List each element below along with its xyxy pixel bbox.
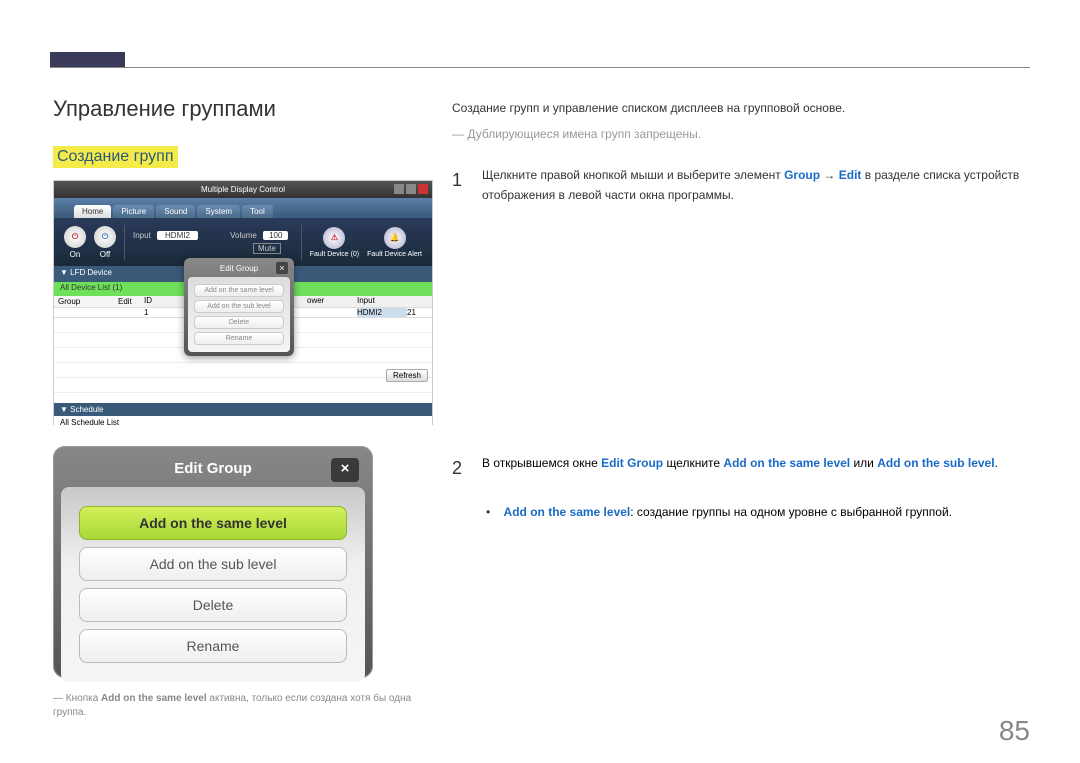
app-screenshot-1: Multiple Display Control Home Picture So… <box>53 180 433 425</box>
volume-value[interactable]: 100 <box>263 231 288 240</box>
fault-alert-icon[interactable]: 🔔 <box>384 227 406 249</box>
add-same-level-button[interactable]: Add on the same level <box>79 506 347 540</box>
page-number: 85 <box>999 715 1030 747</box>
right-column: Создание групп и управление списком дисп… <box>452 98 1027 206</box>
power-on-icon[interactable]: ⏻ <box>64 226 86 248</box>
fault-device-label: Fault Device (0) <box>310 251 359 258</box>
close-icon[interactable]: × <box>276 262 288 274</box>
header-tab-marker <box>50 52 125 67</box>
bullet-item: Add on the same level: создание группы н… <box>452 502 1027 522</box>
tab-sound[interactable]: Sound <box>156 205 195 218</box>
intro-text: Создание групп и управление списком дисп… <box>452 98 1027 118</box>
step-1: 1 Щелкните правой кнопкой мыши и выберит… <box>452 165 1027 206</box>
off-label: Off <box>100 250 111 259</box>
refresh-button[interactable]: Refresh <box>386 369 428 382</box>
row-input: HDMI2 <box>357 308 407 317</box>
col-group: Group <box>54 296 114 307</box>
input-label: Input <box>133 231 151 240</box>
rename-button[interactable]: Rename <box>79 629 347 663</box>
col-power: ower <box>307 296 357 307</box>
edit-group-dialog-large: Edit Group × Add on the same level Add o… <box>53 446 373 678</box>
delete-button[interactable]: Delete <box>79 588 347 622</box>
rename-button[interactable]: Rename <box>194 332 284 345</box>
close-icon[interactable] <box>418 184 428 194</box>
tab-home[interactable]: Home <box>74 205 111 218</box>
edit-dialog-title: Edit Group × <box>188 262 290 277</box>
section-title: Управление группами <box>53 96 276 122</box>
edit-group-dialog-small: Edit Group × Add on the same level Add o… <box>184 258 294 356</box>
window-controls[interactable] <box>394 184 428 194</box>
row-val: 21 <box>407 308 432 317</box>
col-input: Input <box>357 296 407 307</box>
add-sub-level-button[interactable]: Add on the sub level <box>194 300 284 313</box>
app-titlebar: Multiple Display Control <box>54 181 432 198</box>
volume-label: Volume <box>230 231 257 240</box>
add-same-level-button[interactable]: Add on the same level <box>194 284 284 297</box>
tab-picture[interactable]: Picture <box>113 205 154 218</box>
add-sub-level-button[interactable]: Add on the sub level <box>79 547 347 581</box>
fault-device-icon[interactable]: ⚠ <box>323 227 345 249</box>
col-edit[interactable]: Edit <box>114 296 144 307</box>
footnote: ― Кнопка Add on the same level активна, … <box>53 692 413 720</box>
note-text: ― Дублирующиеся имена групп запрещены. <box>452 124 1027 144</box>
tab-tool[interactable]: Tool <box>242 205 273 218</box>
header-rule <box>50 67 1030 68</box>
tab-system[interactable]: System <box>197 205 240 218</box>
power-off-icon[interactable]: ⏻ <box>94 226 116 248</box>
fault-alert-label: Fault Device Alert <box>367 251 422 258</box>
app-tabs: Home Picture Sound System Tool <box>54 198 432 218</box>
maximize-icon[interactable] <box>406 184 416 194</box>
step-2-block: 2 В открывшемся окне Edit Group щелкните… <box>452 453 1027 522</box>
row-id: 1 <box>144 308 174 317</box>
input-value[interactable]: HDMI2 <box>157 231 198 240</box>
delete-button[interactable]: Delete <box>194 316 284 329</box>
schedule-header[interactable]: ▼ Schedule <box>54 403 432 416</box>
on-label: On <box>70 250 81 259</box>
step-number: 2 <box>452 453 466 484</box>
schedule-list[interactable]: All Schedule List <box>54 416 432 429</box>
col-id: ID <box>144 296 174 307</box>
step-number: 1 <box>452 165 466 196</box>
close-icon[interactable]: × <box>331 458 359 482</box>
app-title: Multiple Display Control <box>201 185 285 194</box>
dialog-title: Edit Group × <box>61 454 365 487</box>
mute-checkbox[interactable]: Mute <box>253 243 281 254</box>
sub-title-highlight: Создание групп <box>53 146 178 168</box>
minimize-icon[interactable] <box>394 184 404 194</box>
